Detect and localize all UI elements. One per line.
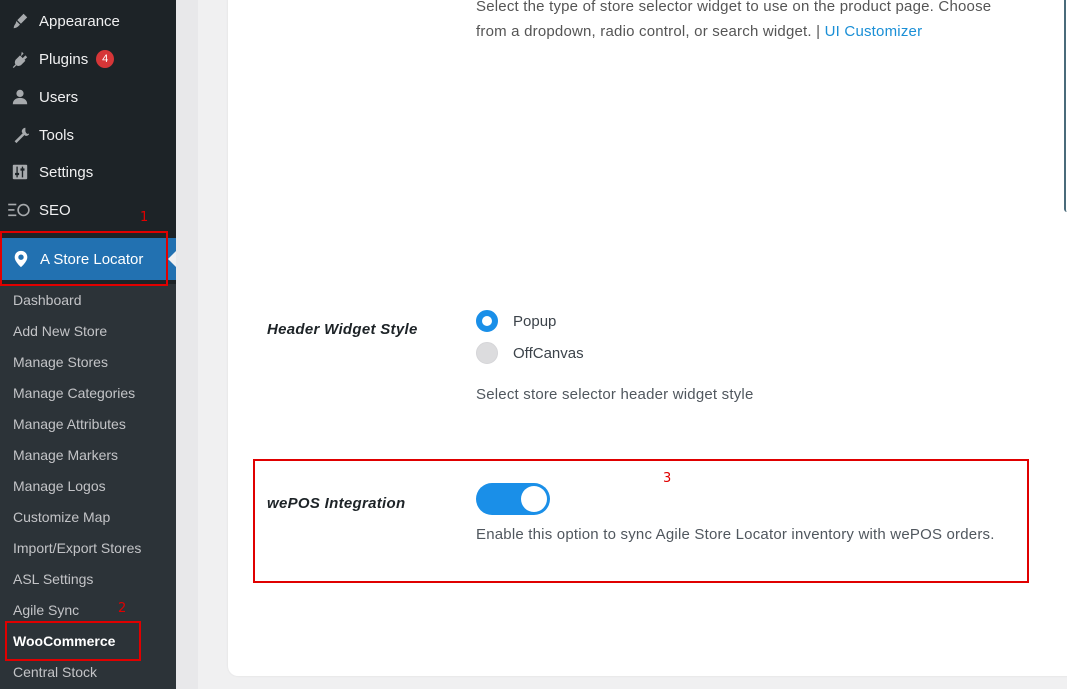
menu-item-tools[interactable]: Tools xyxy=(0,117,176,153)
menu-label: Users xyxy=(39,88,79,106)
active-indicator xyxy=(168,251,176,267)
radio-popup[interactable] xyxy=(476,310,498,332)
widget-type-description: Select the type of store selector widget… xyxy=(476,0,1056,44)
annotation-box-1 xyxy=(0,231,168,286)
submenu-manage-logos[interactable]: Manage Logos xyxy=(13,476,106,496)
description-text: from a dropdown, radio control, or searc… xyxy=(476,23,821,40)
menu-item-appearance[interactable]: Appearance xyxy=(0,3,176,39)
menu-item-plugins[interactable]: Plugins 4 xyxy=(0,41,176,77)
radio-offcanvas[interactable] xyxy=(476,342,498,364)
description-line-1: Select the type of store selector widget… xyxy=(476,0,992,15)
annotation-number-3: 3 xyxy=(663,471,672,486)
update-count-badge: 4 xyxy=(96,50,115,68)
annotation-box-2 xyxy=(5,621,141,661)
menu-label: SEO xyxy=(39,201,71,219)
submenu-agile-sync[interactable]: Agile Sync xyxy=(13,600,79,620)
menu-item-settings[interactable]: Settings xyxy=(0,154,176,190)
annotation-number-2: 2 xyxy=(118,601,127,616)
radio-popup-label[interactable]: Popup xyxy=(513,313,556,330)
annotation-box-3 xyxy=(253,459,1029,583)
ui-customizer-link[interactable]: UI Customizer xyxy=(825,23,923,40)
submenu-add-new-store[interactable]: Add New Store xyxy=(13,321,107,341)
submenu-manage-categories[interactable]: Manage Categories xyxy=(13,383,135,403)
header-widget-help: Select store selector header widget styl… xyxy=(476,386,754,403)
settings-sliders-icon xyxy=(10,162,30,182)
submenu-central-stock[interactable]: Central Stock xyxy=(13,662,97,682)
submenu-import-export-stores[interactable]: Import/Export Stores xyxy=(13,538,141,558)
menu-label: Tools xyxy=(39,126,75,144)
submenu-manage-markers[interactable]: Manage Markers xyxy=(13,445,118,465)
plugin-icon xyxy=(10,49,30,69)
annotation-number-1: 1 xyxy=(140,210,149,225)
submenu-manage-stores[interactable]: Manage Stores xyxy=(13,352,108,372)
description-line-2: from a dropdown, radio control, or searc… xyxy=(476,19,1056,44)
menu-label: Appearance xyxy=(39,12,120,30)
menu-label: Plugins xyxy=(39,50,89,68)
submenu-customize-map[interactable]: Customize Map xyxy=(13,507,110,527)
paintbrush-icon xyxy=(10,11,30,31)
menu-item-users[interactable]: Users xyxy=(0,79,176,115)
submenu-dashboard[interactable]: Dashboard xyxy=(13,290,82,310)
menu-label: Settings xyxy=(39,163,94,181)
submenu-asl-settings[interactable]: ASL Settings xyxy=(13,569,93,589)
seo-icon xyxy=(6,200,32,220)
menu-item-seo[interactable]: SEO xyxy=(0,192,176,228)
content-gutter xyxy=(176,0,198,689)
admin-sidebar: Appearance Plugins 4 Users Tools Setting… xyxy=(0,0,176,689)
header-widget-style-label: Header Widget Style xyxy=(267,321,418,338)
users-icon xyxy=(10,87,30,107)
submenu-manage-attributes[interactable]: Manage Attributes xyxy=(13,414,126,434)
wrench-icon xyxy=(10,125,30,145)
radio-offcanvas-label[interactable]: OffCanvas xyxy=(513,345,584,362)
